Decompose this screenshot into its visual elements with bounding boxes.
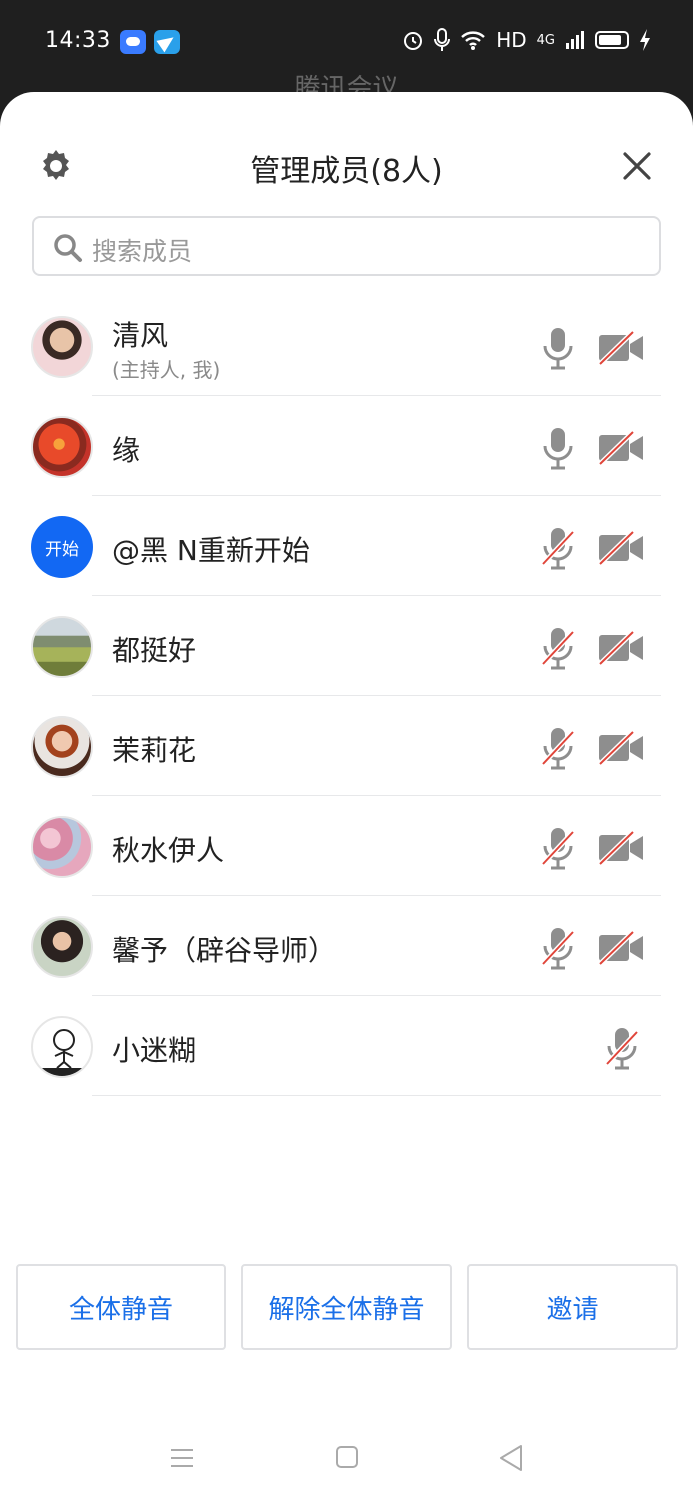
member-row[interactable]: 都挺好 [0, 596, 693, 696]
cloud-app-icon [120, 30, 146, 54]
unmute-all-button[interactable]: 解除全体静音 [241, 1264, 452, 1350]
member-row[interactable]: 小迷糊 [0, 996, 693, 1096]
camera-off-icon[interactable] [597, 331, 645, 365]
mic-icon [434, 28, 451, 51]
member-name: 缘 [112, 434, 141, 467]
page-title: 管理成员(8人) [250, 154, 443, 189]
camera-off-icon[interactable] [597, 531, 645, 565]
camera-off-icon[interactable] [597, 631, 645, 665]
send-app-icon [154, 30, 180, 54]
member-name: 茉莉花 [112, 734, 197, 767]
camera-off-icon[interactable] [597, 931, 645, 965]
member-role: (主持人, 我) [112, 358, 221, 382]
mic-muted-icon[interactable] [541, 926, 575, 970]
mic-icon[interactable] [541, 426, 575, 470]
member-row[interactable]: 开始 @黑 N重新开始 [0, 496, 693, 596]
mic-muted-icon[interactable] [541, 826, 575, 870]
row-divider [92, 1095, 661, 1096]
home-icon[interactable] [336, 1446, 358, 1468]
avatar [31, 816, 93, 878]
hd-label: HD [496, 28, 527, 52]
search-input[interactable]: 搜索成员 [32, 216, 661, 276]
mute-all-button[interactable]: 全体静音 [16, 1264, 226, 1350]
avatar [31, 716, 93, 778]
network-label: 4G [536, 32, 555, 48]
avatar: 开始 [31, 516, 93, 578]
close-icon[interactable] [621, 150, 653, 182]
status-icons: HD 4G [402, 28, 651, 52]
system-nav-bar [0, 1430, 693, 1500]
avatar [31, 616, 93, 678]
camera-off-icon[interactable] [597, 431, 645, 465]
mic-muted-icon[interactable] [605, 1026, 639, 1070]
camera-off-icon[interactable] [597, 831, 645, 865]
avatar [31, 316, 93, 378]
member-row[interactable]: 清风 (主持人, 我) [0, 296, 693, 396]
signal-icon [566, 31, 584, 49]
member-name: 小迷糊 [112, 1034, 197, 1067]
manage-members-sheet: 管理成员(8人) 搜索成员 清风 (主持人, 我) 缘 开始 @黑 N重新开始 … [0, 92, 693, 1500]
avatar [31, 1016, 93, 1078]
alarm-icon [404, 32, 423, 50]
member-name: 秋水伊人 [112, 834, 225, 867]
mic-muted-icon[interactable] [541, 626, 575, 670]
charging-icon [640, 29, 650, 51]
member-row[interactable]: 馨予（辟谷导师） [0, 896, 693, 996]
cartoon-avatar-drawing [41, 1029, 87, 1076]
avatar [31, 416, 93, 478]
action-bar: 全体静音 解除全体静音 邀请 [0, 1264, 693, 1350]
back-icon[interactable] [498, 1444, 524, 1472]
member-row[interactable]: 秋水伊人 [0, 796, 693, 896]
member-name: 都挺好 [112, 634, 197, 667]
status-bar: 14:33 HD 4G 腾讯会议 [0, 0, 693, 104]
status-time: 14:33 [45, 28, 111, 53]
member-name: 清风 [112, 319, 169, 352]
invite-button[interactable]: 邀请 [467, 1264, 678, 1350]
mic-muted-icon[interactable] [541, 726, 575, 770]
search-icon [54, 234, 82, 262]
member-name: 馨予（辟谷导师） [112, 934, 337, 967]
camera-off-icon[interactable] [597, 731, 645, 765]
battery-icon [595, 31, 629, 49]
search-placeholder: 搜索成员 [92, 237, 193, 266]
menu-icon[interactable] [170, 1446, 194, 1470]
avatar [31, 916, 93, 978]
mic-icon[interactable] [541, 326, 575, 370]
member-row[interactable]: 缘 [0, 396, 693, 496]
wifi-icon [461, 31, 486, 50]
mic-muted-icon[interactable] [541, 526, 575, 570]
member-name: @黑 N重新开始 [112, 534, 310, 567]
member-list: 清风 (主持人, 我) 缘 开始 @黑 N重新开始 都挺好 茉莉花 秋水伊人 馨… [0, 296, 693, 1096]
member-row[interactable]: 茉莉花 [0, 696, 693, 796]
